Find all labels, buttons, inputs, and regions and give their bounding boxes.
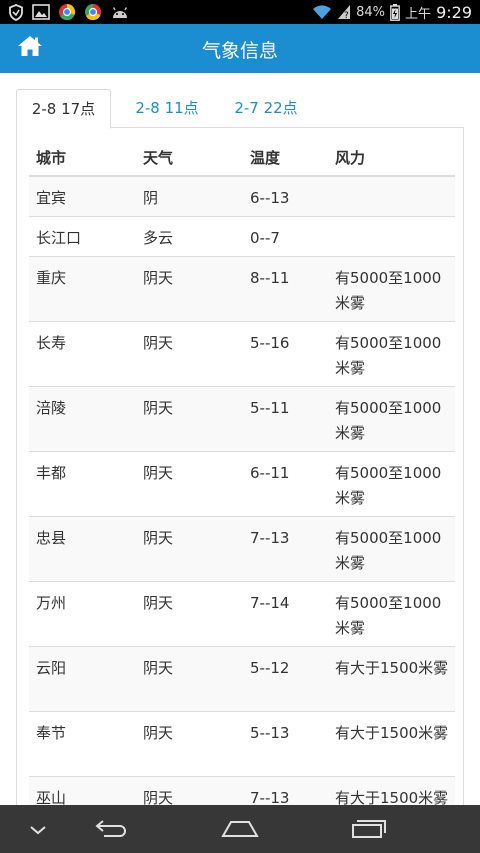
table-row: 忠县 阴天 7--13 有5000至1000米雾 [29,517,455,582]
chrome-icon [58,3,76,21]
chrome-icon [84,3,102,21]
home-icon [221,818,259,842]
cell-wind [328,177,455,216]
cell-temp: 8--11 [250,269,290,287]
cell-temp: 6--11 [250,464,290,482]
cell-weather: 多云 [143,229,174,247]
table-row: 云阳 阴天 5--12 有大于1500米雾 [29,647,455,712]
cell-wind: 有5000至1000米雾 [335,594,442,637]
cell-wind: 有5000至1000米雾 [335,334,442,377]
cell-wind: 有5000至1000米雾 [335,399,442,442]
table-row: 万州 阴天 7--14 有5000至1000米雾 [29,582,455,647]
page-title: 气象信息 [201,40,278,62]
cell-temp: 6--13 [250,189,290,207]
navigation-bar [0,805,480,853]
signal-icon: ? [337,4,351,20]
cell-city: 长寿 [36,334,67,352]
battery-percent: 84% [356,4,386,20]
shield-icon [8,3,24,21]
table-row: 奉节 阴天 5--13 有大于1500米雾 [29,712,455,777]
table-row: 长江口 多云 0--7 [29,217,455,257]
cell-weather: 阴天 [143,464,174,482]
table-row: 宜宾 阴 6--13 [29,177,455,217]
cell-weather: 阴天 [143,334,174,352]
cell-wind: 有大于1500米雾 [335,724,449,742]
column-header-wind: 风力 [335,149,366,167]
column-header-temp: 温度 [250,149,281,167]
clock: 9:29 [436,2,472,22]
tab-2-8-17[interactable]: 2-8 17点 [16,89,111,129]
cell-temp: 5--16 [250,334,290,352]
svg-text:?: ? [344,11,349,20]
cell-wind: 有5000至1000米雾 [335,269,442,312]
app-header: 气象信息 [0,24,480,73]
cell-city: 云阳 [36,659,67,677]
am-pm: 上午 [405,6,432,22]
cell-temp: 5--12 [250,659,290,677]
cell-wind [328,217,455,256]
tab-bar: 2-8 17点 2-8 11点 2-7 22点 [16,89,464,129]
table-header: 城市 天气 温度 风力 [29,137,455,177]
cell-city: 奉节 [36,724,67,742]
cell-wind: 有大于1500米雾 [335,659,449,677]
hide-keyboard-button[interactable] [28,817,48,843]
image-icon [32,4,50,20]
table-row: 丰都 阴天 6--11 有5000至1000米雾 [29,452,455,517]
chevron-down-icon [29,821,47,840]
cell-weather: 阴天 [143,724,174,742]
column-header-weather: 天气 [143,149,174,167]
battery-icon [390,3,400,21]
back-icon [94,817,130,843]
cell-temp: 5--11 [250,399,290,417]
cell-weather: 阴天 [143,399,174,417]
recents-button[interactable] [350,817,388,843]
cell-city: 丰都 [36,464,67,482]
cell-city: 重庆 [36,269,67,287]
cell-temp: 7--14 [250,594,290,612]
weather-table: 城市 天气 温度 风力 宜宾 阴 6--13 长江口 多云 0--7 重庆 阴天… [29,137,455,842]
cell-wind: 有5000至1000米雾 [335,529,442,572]
column-header-city: 城市 [36,149,67,167]
cell-city: 长江口 [36,229,82,247]
cell-city: 涪陵 [36,399,67,417]
status-bar: ? 84% 上午 9:29 [0,0,480,24]
table-row: 长寿 阴天 5--16 有5000至1000米雾 [29,322,455,387]
table-row: 重庆 阴天 8--11 有5000至1000米雾 [29,257,455,322]
cell-weather: 阴天 [143,659,174,677]
cell-wind: 有5000至1000米雾 [335,464,442,507]
tab-panel: 城市 天气 温度 风力 宜宾 阴 6--13 长江口 多云 0--7 重庆 阴天… [16,127,464,842]
cell-city: 万州 [36,594,67,612]
cell-temp: 0--7 [250,229,280,247]
tab-2-8-11[interactable]: 2-8 11点 [119,89,215,128]
recents-icon [351,817,387,843]
table-row: 涪陵 阴天 5--11 有5000至1000米雾 [29,387,455,452]
cell-weather: 阴天 [143,529,174,547]
tab-2-7-22[interactable]: 2-7 22点 [220,89,312,128]
wifi-icon [312,4,332,20]
cell-temp: 7--13 [250,529,290,547]
back-button[interactable] [94,817,130,843]
cell-city: 忠县 [36,529,67,547]
cell-weather: 阴 [143,189,159,207]
cell-city: 宜宾 [36,189,67,207]
android-icon [110,4,130,20]
cell-temp: 5--13 [250,724,290,742]
cell-weather: 阴天 [143,269,174,287]
cell-weather: 阴天 [143,594,174,612]
home-nav-button[interactable] [220,817,260,843]
